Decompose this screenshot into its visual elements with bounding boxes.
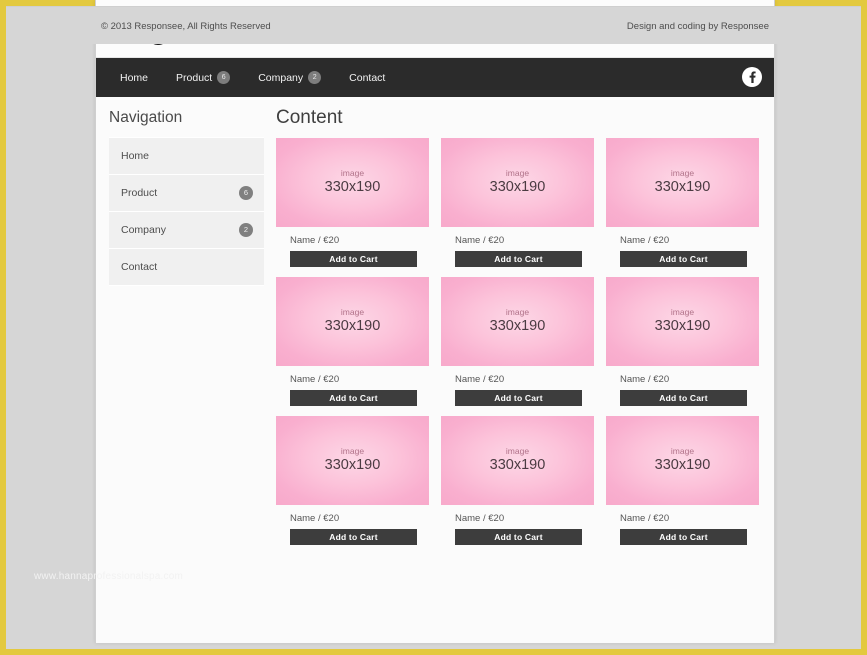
product-name-price: Name / €20 <box>606 505 759 529</box>
nav-item-label: Company <box>258 72 303 84</box>
product-card: image330x190Name / €20Add to Cart <box>441 416 594 545</box>
product-card: image330x190Name / €20Add to Cart <box>276 416 429 545</box>
placeholder-dimensions: 330x190 <box>490 318 546 335</box>
add-to-cart-button[interactable]: Add to Cart <box>455 251 582 267</box>
add-to-cart-button[interactable]: Add to Cart <box>620 390 747 406</box>
sidebar-item-badge: 6 <box>239 186 253 200</box>
product-name-price: Name / €20 <box>606 366 759 390</box>
nav-item-label: Product <box>176 72 212 84</box>
placeholder-dimensions: 330x190 <box>325 318 381 335</box>
product-card: image330x190Name / €20Add to Cart <box>606 138 759 267</box>
sidebar: Navigation Home Product 6 Company 2 Cont… <box>109 97 264 286</box>
placeholder-dimensions: 330x190 <box>490 457 546 474</box>
product-image-placeholder[interactable]: image330x190 <box>441 416 594 505</box>
product-image-placeholder[interactable]: image330x190 <box>276 277 429 366</box>
nav-item-label: Home <box>120 72 148 84</box>
product-name-price: Name / €20 <box>606 227 759 251</box>
product-image-placeholder[interactable]: image330x190 <box>441 138 594 227</box>
product-image-placeholder[interactable]: image330x190 <box>441 277 594 366</box>
sidebar-item-badge: 2 <box>239 223 253 237</box>
product-card: image330x190Name / €20Add to Cart <box>606 416 759 545</box>
product-image-placeholder[interactable]: image330x190 <box>606 277 759 366</box>
placeholder-dimensions: 330x190 <box>655 318 711 335</box>
product-image-placeholder[interactable]: image330x190 <box>276 138 429 227</box>
add-to-cart-button[interactable]: Add to Cart <box>455 390 582 406</box>
primary-navigation: Home Product 6 Company 2 Contact <box>96 58 774 97</box>
product-name-price: Name / €20 <box>276 505 429 529</box>
add-to-cart-button[interactable]: Add to Cart <box>620 251 747 267</box>
product-card: image330x190Name / €20Add to Cart <box>276 277 429 406</box>
add-to-cart-button[interactable]: Add to Cart <box>290 529 417 545</box>
product-name-price: Name / €20 <box>441 227 594 251</box>
page-wrapper: Logooo Search 3 items / €199 Home Produc… <box>95 0 775 643</box>
sidebar-item-contact[interactable]: Contact <box>109 249 264 286</box>
product-name-price: Name / €20 <box>276 366 429 390</box>
sidebar-item-product[interactable]: Product 6 <box>109 175 264 212</box>
placeholder-label: image <box>506 169 529 178</box>
placeholder-dimensions: 330x190 <box>325 179 381 196</box>
sidebar-item-home[interactable]: Home <box>109 138 264 175</box>
placeholder-label: image <box>341 308 364 317</box>
nav-item-badge: 2 <box>308 71 321 84</box>
placeholder-dimensions: 330x190 <box>325 457 381 474</box>
placeholder-label: image <box>341 447 364 456</box>
add-to-cart-button[interactable]: Add to Cart <box>290 251 417 267</box>
sidebar-list: Home Product 6 Company 2 Contact <box>109 137 264 286</box>
footer-copyright: © 2013 Responsee, All Rights Reserved <box>101 21 271 32</box>
nav-item-home[interactable]: Home <box>106 58 162 97</box>
sidebar-item-label: Company <box>121 224 166 236</box>
placeholder-label: image <box>671 169 694 178</box>
sidebar-item-label: Contact <box>121 261 157 273</box>
product-image-placeholder[interactable]: image330x190 <box>276 416 429 505</box>
placeholder-label: image <box>506 308 529 317</box>
footer-inner: © 2013 Responsee, All Rights Reserved De… <box>101 7 769 45</box>
nav-item-badge: 6 <box>217 71 230 84</box>
sidebar-item-company[interactable]: Company 2 <box>109 212 264 249</box>
product-grid: image330x190Name / €20Add to Cartimage33… <box>276 138 764 545</box>
placeholder-label: image <box>671 308 694 317</box>
product-card: image330x190Name / €20Add to Cart <box>441 138 594 267</box>
sidebar-title: Navigation <box>109 97 264 137</box>
content-title: Content <box>276 107 764 129</box>
product-name-price: Name / €20 <box>441 366 594 390</box>
nav-item-product[interactable]: Product 6 <box>162 58 244 97</box>
primary-nav-list: Home Product 6 Company 2 Contact <box>96 58 774 97</box>
placeholder-label: image <box>671 447 694 456</box>
product-card: image330x190Name / €20Add to Cart <box>441 277 594 406</box>
sidebar-item-label: Home <box>121 150 149 162</box>
placeholder-label: image <box>341 169 364 178</box>
product-card: image330x190Name / €20Add to Cart <box>606 277 759 406</box>
placeholder-label: image <box>506 447 529 456</box>
content-column: Content image330x190Name / €20Add to Car… <box>276 97 764 545</box>
product-card: image330x190Name / €20Add to Cart <box>276 138 429 267</box>
placeholder-dimensions: 330x190 <box>655 179 711 196</box>
nav-item-company[interactable]: Company 2 <box>244 58 335 97</box>
add-to-cart-button[interactable]: Add to Cart <box>620 529 747 545</box>
nav-item-label: Contact <box>349 72 385 84</box>
placeholder-dimensions: 330x190 <box>490 179 546 196</box>
page-body: Navigation Home Product 6 Company 2 Cont… <box>96 97 774 604</box>
sidebar-item-label: Product <box>121 187 157 199</box>
facebook-icon[interactable] <box>742 67 762 87</box>
watermark-text: www.hannaprofessionalspa.com <box>34 571 183 582</box>
product-name-price: Name / €20 <box>276 227 429 251</box>
placeholder-dimensions: 330x190 <box>655 457 711 474</box>
product-name-price: Name / €20 <box>441 505 594 529</box>
nav-item-contact[interactable]: Contact <box>335 58 399 97</box>
add-to-cart-button[interactable]: Add to Cart <box>455 529 582 545</box>
site-footer: © 2013 Responsee, All Rights Reserved De… <box>6 6 861 44</box>
add-to-cart-button[interactable]: Add to Cart <box>290 390 417 406</box>
footer-credit: Design and coding by Responsee <box>627 21 769 32</box>
product-image-placeholder[interactable]: image330x190 <box>606 416 759 505</box>
product-image-placeholder[interactable]: image330x190 <box>606 138 759 227</box>
